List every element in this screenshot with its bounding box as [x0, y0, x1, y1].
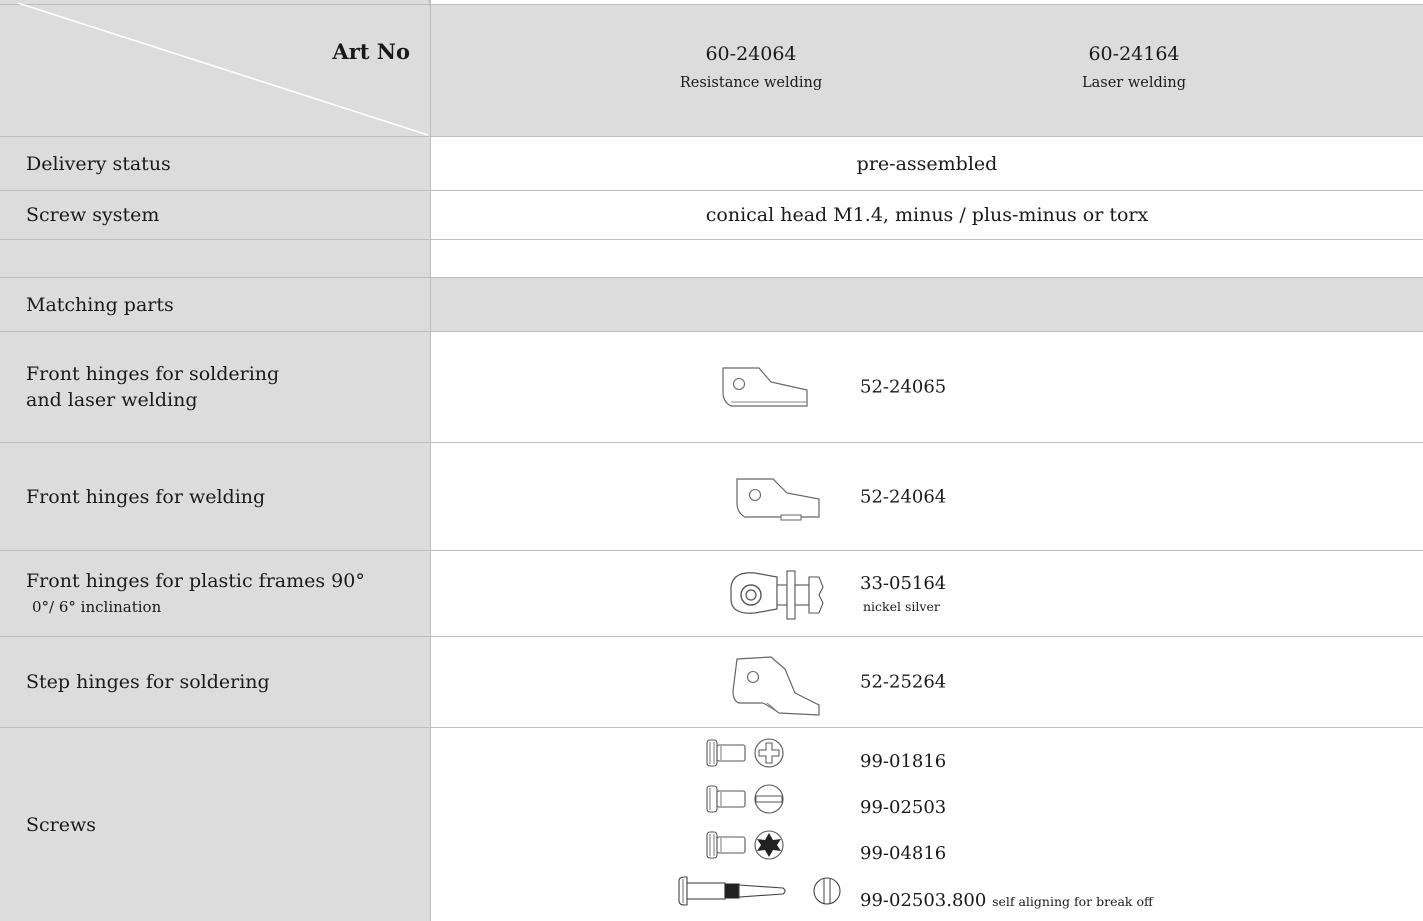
plastic-hinge-icon — [730, 570, 824, 620]
diagonal-divider — [17, 2, 429, 136]
screw-plus-minus-icon — [706, 738, 784, 768]
screw-part-4: 99-02503.800 self aligning for break off — [860, 890, 1153, 911]
hinge-plate-icon — [722, 367, 808, 407]
delivery-value: pre-assembled — [856, 152, 998, 175]
row-front-solder-label: Front hinges for soldering and laser wel… — [0, 332, 431, 443]
plastic-label-line2: 0°/ 6° inclination — [32, 597, 162, 616]
row-front-solder-value: 52-24065 — [431, 332, 1423, 443]
plastic-label: Front hinges for plastic frames 90° 0°/ … — [26, 568, 365, 620]
col2-sub: Laser welding — [1081, 75, 1186, 91]
row-step-value: 52-25264 — [431, 637, 1423, 728]
row-empty-right — [431, 240, 1423, 278]
front-weld-part: 52-24064 — [860, 486, 947, 507]
row-front-weld-value: 52-24064 — [431, 443, 1423, 551]
screw-break-off-icon — [678, 876, 841, 906]
row-plastic-label: Front hinges for plastic frames 90° 0°/ … — [0, 551, 431, 637]
row-screw-system-label: Screw system — [0, 191, 431, 240]
delivery-label: Delivery status — [26, 152, 171, 175]
front-solder-label-line1: Front hinges for soldering — [26, 363, 280, 385]
plastic-part-sub: nickel silver — [863, 599, 940, 614]
row-step-label: Step hinges for soldering — [0, 637, 431, 728]
plastic-label-line1: Front hinges for plastic frames 90° — [26, 569, 365, 592]
row-matching-label: Matching parts — [0, 278, 431, 332]
screw-minus-icon — [706, 784, 784, 814]
row-plastic-value: 33-05164 nickel silver — [431, 551, 1423, 637]
screws-label: Screws — [26, 813, 96, 836]
front-solder-label: Front hinges for soldering and laser wel… — [26, 361, 279, 413]
hinge-plate-icon — [736, 478, 820, 521]
col2-code: 60-24164 — [1088, 43, 1180, 65]
row-matching-right — [431, 278, 1423, 332]
screw-part-3: 99-04816 — [860, 843, 947, 864]
row-screws-label: Screws — [0, 728, 431, 921]
art-no-label: Art No — [332, 39, 410, 64]
col1-code: 60-24064 — [705, 43, 797, 65]
plastic-part: 33-05164 — [860, 573, 947, 594]
col1-sub: Resistance welding — [679, 75, 823, 91]
row-screw-system-value: conical head M1.4, minus / plus-minus or… — [431, 191, 1423, 240]
screw-part-1: 99-01816 — [860, 751, 947, 772]
screw-system-value: conical head M1.4, minus / plus-minus or… — [705, 204, 1149, 226]
header-corner: Art No — [0, 2, 431, 137]
step-hinge-icon — [732, 656, 820, 716]
row-delivery-label: Delivery status — [0, 137, 431, 191]
row-screws-value: 99-01816 99-02503 99-04816 99-02503.800 … — [431, 728, 1423, 921]
matching-label: Matching parts — [26, 293, 174, 316]
screw-system-label: Screw system — [26, 204, 160, 226]
top-divider-tick — [429, 0, 431, 6]
spec-table: Art No 60-24064 Resistance welding 60-24… — [0, 0, 1423, 921]
row-empty-left — [0, 240, 431, 278]
screw-part-4-code: 99-02503.800 — [860, 890, 987, 911]
screw-part-2: 99-02503 — [860, 797, 947, 818]
row-front-weld-label: Front hinges for welding — [0, 443, 431, 551]
front-weld-label: Front hinges for welding — [26, 485, 266, 508]
row-delivery-value: pre-assembled — [431, 137, 1423, 191]
front-solder-part: 52-24065 — [860, 376, 947, 398]
header-columns: 60-24064 Resistance welding 60-24164 Las… — [431, 4, 1423, 137]
front-solder-label-line2: and laser welding — [26, 389, 198, 411]
step-part: 52-25264 — [860, 671, 947, 693]
step-label: Step hinges for soldering — [26, 671, 270, 693]
screw-torx-icon — [706, 830, 784, 860]
screw-part-4-note: self aligning for break off — [992, 894, 1153, 909]
